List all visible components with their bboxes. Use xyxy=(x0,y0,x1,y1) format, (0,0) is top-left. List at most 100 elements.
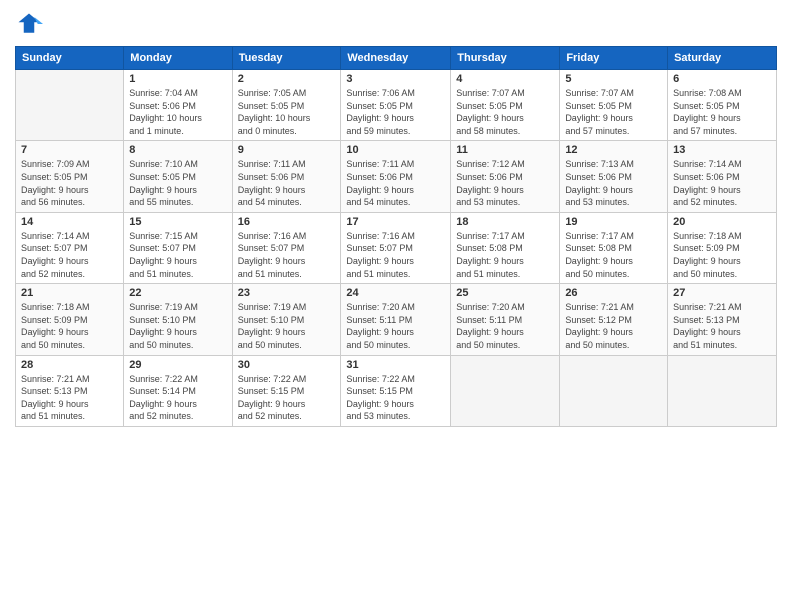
day-header: Tuesday xyxy=(232,47,341,70)
day-number: 6 xyxy=(673,73,771,85)
calendar-day-cell: 9 Sunrise: 7:11 AM Sunset: 5:06 PM Daylig… xyxy=(232,141,341,212)
day-info: Sunrise: 7:21 AM Sunset: 5:13 PM Dayligh… xyxy=(21,373,118,423)
day-number: 14 xyxy=(21,216,118,228)
day-info: Sunrise: 7:22 AM Sunset: 5:14 PM Dayligh… xyxy=(129,373,226,423)
day-info: Sunrise: 7:21 AM Sunset: 5:13 PM Dayligh… xyxy=(673,301,771,351)
day-number: 31 xyxy=(346,359,445,371)
calendar-day-cell: 8Sunrise: 7:10 AM Sunset: 5:05 PM Daylig… xyxy=(124,141,232,212)
day-info: Sunrise: 7:17 AM Sunset: 5:08 PM Dayligh… xyxy=(456,230,554,280)
day-header: Saturday xyxy=(668,47,777,70)
day-info: Sunrise: 7:20 AM Sunset: 5:11 PM Dayligh… xyxy=(346,301,445,351)
day-number: 25 xyxy=(456,287,554,299)
day-header: Sunday xyxy=(16,47,124,70)
day-info: Sunrise: 7:15 AM Sunset: 5:07 PM Dayligh… xyxy=(129,230,226,280)
day-number: 1 xyxy=(129,73,226,85)
day-number: 13 xyxy=(673,144,771,156)
day-number: 22 xyxy=(129,287,226,299)
day-info: Sunrise: 7:11 AM Sunset: 5:06 PM Dayligh… xyxy=(346,158,445,208)
day-number: 30 xyxy=(238,359,336,371)
calendar-day-cell: 2 Sunrise: 7:05 AM Sunset: 5:05 PM Daylig… xyxy=(232,70,341,141)
calendar-day-cell: 27 Sunrise: 7:21 AM Sunset: 5:13 PM Dayli… xyxy=(668,284,777,355)
calendar-day-cell: 20Sunrise: 7:18 AM Sunset: 5:09 PM Dayli… xyxy=(668,212,777,283)
calendar-day-cell: 23 Sunrise: 7:19 AM Sunset: 5:10 PM Dayli… xyxy=(232,284,341,355)
day-number: 5 xyxy=(565,73,662,85)
day-info: Sunrise: 7:05 AM Sunset: 5:05 PM Dayligh… xyxy=(238,87,336,137)
day-number: 4 xyxy=(456,73,554,85)
day-header: Monday xyxy=(124,47,232,70)
day-info: Sunrise: 7:09 AM Sunset: 5:05 PM Dayligh… xyxy=(21,158,118,208)
calendar-day-cell: 5 Sunrise: 7:07 AM Sunset: 5:05 PM Daylig… xyxy=(560,70,668,141)
day-number: 15 xyxy=(129,216,226,228)
calendar-day-cell xyxy=(451,355,560,426)
day-header: Friday xyxy=(560,47,668,70)
calendar-day-cell: 7Sunrise: 7:09 AM Sunset: 5:05 PM Daylig… xyxy=(16,141,124,212)
logo-icon xyxy=(15,10,43,38)
day-info: Sunrise: 7:13 AM Sunset: 5:06 PM Dayligh… xyxy=(565,158,662,208)
day-number: 18 xyxy=(456,216,554,228)
calendar-day-cell: 14 Sunrise: 7:14 AM Sunset: 5:07 PM Dayli… xyxy=(16,212,124,283)
calendar-day-cell: 26Sunrise: 7:21 AM Sunset: 5:12 PM Dayli… xyxy=(560,284,668,355)
calendar-day-cell: 22Sunrise: 7:19 AM Sunset: 5:10 PM Dayli… xyxy=(124,284,232,355)
calendar-day-cell xyxy=(668,355,777,426)
day-info: Sunrise: 7:18 AM Sunset: 5:09 PM Dayligh… xyxy=(21,301,118,351)
day-number: 3 xyxy=(346,73,445,85)
day-number: 19 xyxy=(565,216,662,228)
day-number: 2 xyxy=(238,73,336,85)
calendar-day-cell: 13 Sunrise: 7:14 AM Sunset: 5:06 PM Dayli… xyxy=(668,141,777,212)
calendar-day-cell: 11 Sunrise: 7:12 AM Sunset: 5:06 PM Dayli… xyxy=(451,141,560,212)
day-number: 16 xyxy=(238,216,336,228)
calendar-day-cell: 12 Sunrise: 7:13 AM Sunset: 5:06 PM Dayli… xyxy=(560,141,668,212)
calendar-day-cell: 30 Sunrise: 7:22 AM Sunset: 5:15 PM Dayli… xyxy=(232,355,341,426)
day-header: Wednesday xyxy=(341,47,451,70)
header xyxy=(15,10,777,38)
calendar-day-cell: 1 Sunrise: 7:04 AM Sunset: 5:06 PM Daylig… xyxy=(124,70,232,141)
day-info: Sunrise: 7:19 AM Sunset: 5:10 PM Dayligh… xyxy=(238,301,336,351)
day-info: Sunrise: 7:11 AM Sunset: 5:06 PM Dayligh… xyxy=(238,158,336,208)
calendar-day-cell: 19 Sunrise: 7:17 AM Sunset: 5:08 PM Dayli… xyxy=(560,212,668,283)
calendar-week-row: 14 Sunrise: 7:14 AM Sunset: 5:07 PM Dayli… xyxy=(16,212,777,283)
calendar-day-cell: 4 Sunrise: 7:07 AM Sunset: 5:05 PM Daylig… xyxy=(451,70,560,141)
day-number: 21 xyxy=(21,287,118,299)
day-info: Sunrise: 7:20 AM Sunset: 5:11 PM Dayligh… xyxy=(456,301,554,351)
day-number: 12 xyxy=(565,144,662,156)
calendar-day-cell: 18 Sunrise: 7:17 AM Sunset: 5:08 PM Dayli… xyxy=(451,212,560,283)
day-info: Sunrise: 7:07 AM Sunset: 5:05 PM Dayligh… xyxy=(456,87,554,137)
calendar-day-cell xyxy=(16,70,124,141)
day-info: Sunrise: 7:18 AM Sunset: 5:09 PM Dayligh… xyxy=(673,230,771,280)
day-info: Sunrise: 7:17 AM Sunset: 5:08 PM Dayligh… xyxy=(565,230,662,280)
day-info: Sunrise: 7:22 AM Sunset: 5:15 PM Dayligh… xyxy=(238,373,336,423)
day-info: Sunrise: 7:22 AM Sunset: 5:15 PM Dayligh… xyxy=(346,373,445,423)
calendar-day-cell: 15 Sunrise: 7:15 AM Sunset: 5:07 PM Dayli… xyxy=(124,212,232,283)
calendar-week-row: 1 Sunrise: 7:04 AM Sunset: 5:06 PM Daylig… xyxy=(16,70,777,141)
day-info: Sunrise: 7:14 AM Sunset: 5:06 PM Dayligh… xyxy=(673,158,771,208)
calendar-week-row: 21 Sunrise: 7:18 AM Sunset: 5:09 PM Dayli… xyxy=(16,284,777,355)
day-info: Sunrise: 7:16 AM Sunset: 5:07 PM Dayligh… xyxy=(346,230,445,280)
day-info: Sunrise: 7:08 AM Sunset: 5:05 PM Dayligh… xyxy=(673,87,771,137)
day-number: 9 xyxy=(238,144,336,156)
day-number: 17 xyxy=(346,216,445,228)
day-number: 23 xyxy=(238,287,336,299)
calendar-day-cell: 21 Sunrise: 7:18 AM Sunset: 5:09 PM Dayli… xyxy=(16,284,124,355)
calendar: SundayMondayTuesdayWednesdayThursdayFrid… xyxy=(15,46,777,427)
calendar-day-cell: 28Sunrise: 7:21 AM Sunset: 5:13 PM Dayli… xyxy=(16,355,124,426)
calendar-day-cell: 29Sunrise: 7:22 AM Sunset: 5:14 PM Dayli… xyxy=(124,355,232,426)
day-number: 8 xyxy=(129,144,226,156)
calendar-day-cell xyxy=(560,355,668,426)
day-info: Sunrise: 7:06 AM Sunset: 5:05 PM Dayligh… xyxy=(346,87,445,137)
calendar-day-cell: 16 Sunrise: 7:16 AM Sunset: 5:07 PM Dayli… xyxy=(232,212,341,283)
day-number: 24 xyxy=(346,287,445,299)
day-info: Sunrise: 7:04 AM Sunset: 5:06 PM Dayligh… xyxy=(129,87,226,137)
calendar-header-row: SundayMondayTuesdayWednesdayThursdayFrid… xyxy=(16,47,777,70)
day-number: 27 xyxy=(673,287,771,299)
day-info: Sunrise: 7:14 AM Sunset: 5:07 PM Dayligh… xyxy=(21,230,118,280)
day-number: 11 xyxy=(456,144,554,156)
day-info: Sunrise: 7:16 AM Sunset: 5:07 PM Dayligh… xyxy=(238,230,336,280)
calendar-week-row: 28Sunrise: 7:21 AM Sunset: 5:13 PM Dayli… xyxy=(16,355,777,426)
calendar-week-row: 7Sunrise: 7:09 AM Sunset: 5:05 PM Daylig… xyxy=(16,141,777,212)
page: SundayMondayTuesdayWednesdayThursdayFrid… xyxy=(0,0,792,612)
calendar-day-cell: 17 Sunrise: 7:16 AM Sunset: 5:07 PM Dayli… xyxy=(341,212,451,283)
calendar-day-cell: 3 Sunrise: 7:06 AM Sunset: 5:05 PM Daylig… xyxy=(341,70,451,141)
day-info: Sunrise: 7:12 AM Sunset: 5:06 PM Dayligh… xyxy=(456,158,554,208)
day-info: Sunrise: 7:21 AM Sunset: 5:12 PM Dayligh… xyxy=(565,301,662,351)
day-info: Sunrise: 7:07 AM Sunset: 5:05 PM Dayligh… xyxy=(565,87,662,137)
